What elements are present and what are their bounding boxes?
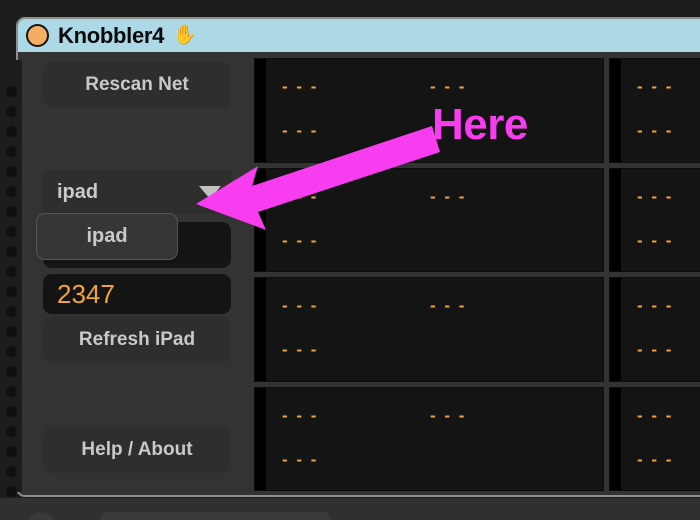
gutter-dot (5, 306, 17, 317)
panel-dash-left-bottom: - - - (637, 340, 674, 359)
panel-dash-left-bottom: - - - (282, 449, 319, 469)
gutter-dot (5, 386, 17, 397)
gutter-dot (5, 426, 17, 437)
gutter-dot (5, 206, 17, 217)
port-number-field[interactable]: 2347 (43, 274, 231, 314)
gutter-dot (5, 366, 17, 377)
gutter-dot (5, 186, 17, 197)
window-titlebar[interactable]: Knobbler4 ✋ (18, 19, 700, 52)
panel-dash-left-top: - - - (282, 296, 319, 315)
panel-dash-left-top: - - - (637, 77, 674, 96)
panel-stripe (255, 278, 266, 381)
panel-stripe (610, 387, 621, 490)
parameter-panel-grid: - - - - - - - - - - - - - - - - - - - - … (248, 52, 700, 495)
gutter-dot (5, 286, 17, 297)
parameter-panel[interactable]: - - - - - - (609, 277, 700, 382)
panel-dash-left-top: - - - (637, 296, 674, 315)
panel-stripe (610, 168, 621, 271)
panel-column-narrow: - - - - - - - - - - - - - - - - - - - - … (609, 58, 700, 491)
parameter-panel[interactable]: - - - - - - (609, 386, 700, 491)
gutter-dot (5, 246, 17, 257)
panel-dash-left-top: - - - (637, 186, 674, 206)
panel-dash-left-top: - - - (282, 186, 319, 206)
panel-dash-left-bottom: - - - (282, 121, 319, 140)
window-body: Rescan Net ipad 2347 Refresh iPad Help /… (18, 52, 700, 495)
panel-dash-right-top: - - - (430, 186, 467, 206)
gutter-dot (5, 446, 17, 457)
panel-dash-right-top: - - - (430, 296, 467, 315)
gutter-dot (5, 166, 17, 177)
panel-dash-left-top: - - - (282, 77, 319, 96)
hand-icon: ✋ (173, 25, 197, 46)
chevron-down-icon (199, 185, 221, 199)
panel-dash-left-top: - - - (282, 405, 319, 425)
gutter-dot (5, 326, 17, 337)
parameter-panel[interactable]: - - - - - - - - - (254, 386, 604, 491)
panel-dash-left-bottom: - - - (637, 449, 674, 469)
parameter-panel[interactable]: - - - - - - (609, 167, 700, 272)
gutter-dot (5, 106, 17, 117)
panel-stripe (610, 278, 621, 381)
gutter-dot (5, 406, 17, 417)
gutter-dot (5, 226, 17, 237)
parameter-panel[interactable]: - - - - - - (609, 58, 700, 163)
parameter-panel[interactable]: - - - - - - - - - (254, 167, 604, 272)
window-title: Knobbler4 (58, 22, 165, 48)
device-select-dropdown[interactable]: ipad (43, 170, 231, 214)
control-sidebar: Rescan Net ipad 2347 Refresh iPad Help /… (18, 52, 248, 495)
patcher-gutter (0, 60, 22, 497)
help-about-button[interactable]: Help / About (43, 427, 231, 473)
panel-dash-left-bottom: - - - (282, 230, 319, 250)
panel-stripe (255, 59, 266, 162)
parameter-panel[interactable]: - - - - - - - - - (254, 277, 604, 382)
panel-dash-right-top: - - - (430, 77, 467, 96)
panel-dash-left-bottom: - - - (637, 121, 674, 140)
panel-dash-right-top: - - - (430, 405, 467, 425)
panel-dash-left-bottom: - - - (282, 340, 319, 359)
status-orb-icon (26, 24, 49, 47)
background-pill-below-window (100, 512, 330, 520)
parameter-panel[interactable]: - - - - - - - - - (254, 58, 604, 163)
panel-stripe (255, 387, 266, 490)
screen-root: Knobbler4 ✋ Rescan Net ipad 2347 Refresh… (0, 0, 700, 520)
gutter-dot (5, 146, 17, 157)
popup-option-label: ipad (86, 225, 128, 247)
gutter-dot (5, 86, 17, 97)
gutter-dot (5, 486, 17, 497)
device-select-value: ipad (57, 180, 99, 203)
gutter-dot (5, 346, 17, 357)
panel-dash-left-top: - - - (637, 405, 674, 425)
panel-stripe (255, 168, 266, 271)
panel-dash-left-bottom: - - - (637, 230, 674, 250)
rescan-net-button[interactable]: Rescan Net (43, 62, 231, 108)
device-select-popup-option[interactable]: ipad (36, 213, 178, 260)
panel-stripe (610, 59, 621, 162)
gutter-dot (5, 466, 17, 477)
gutter-dot (5, 126, 17, 137)
knobbler-window: Knobbler4 ✋ Rescan Net ipad 2347 Refresh… (16, 17, 700, 497)
refresh-ipad-button[interactable]: Refresh iPad (43, 317, 231, 363)
panel-column-wide: - - - - - - - - - - - - - - - - - - - - … (254, 58, 604, 491)
gutter-dot (5, 266, 17, 277)
